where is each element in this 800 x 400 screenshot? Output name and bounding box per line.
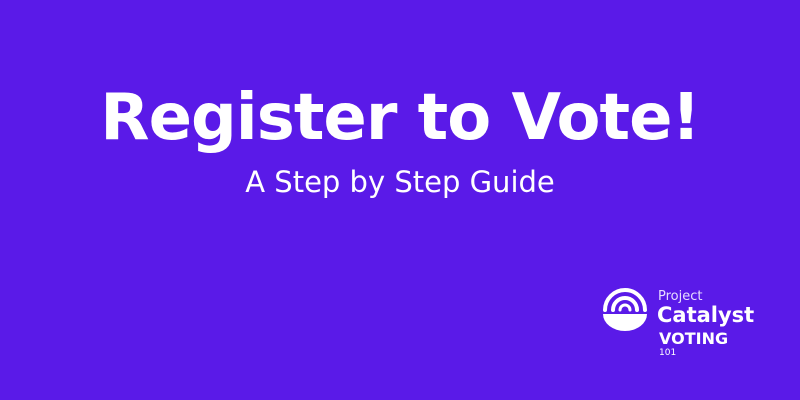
catalyst-rainbow-icon <box>603 288 647 331</box>
banner: Register to Vote! A Step by Step Guide P… <box>0 0 800 400</box>
logo-101-text: 101 <box>659 348 677 358</box>
logo-voting-text: VOTING <box>659 329 729 348</box>
project-catalyst-logo: Project Catalyst VOTING 101 <box>602 287 782 367</box>
page-title: Register to Vote! <box>100 81 700 155</box>
logo-catalyst-text: Catalyst <box>657 303 755 327</box>
page-subtitle: A Step by Step Guide <box>245 165 555 199</box>
